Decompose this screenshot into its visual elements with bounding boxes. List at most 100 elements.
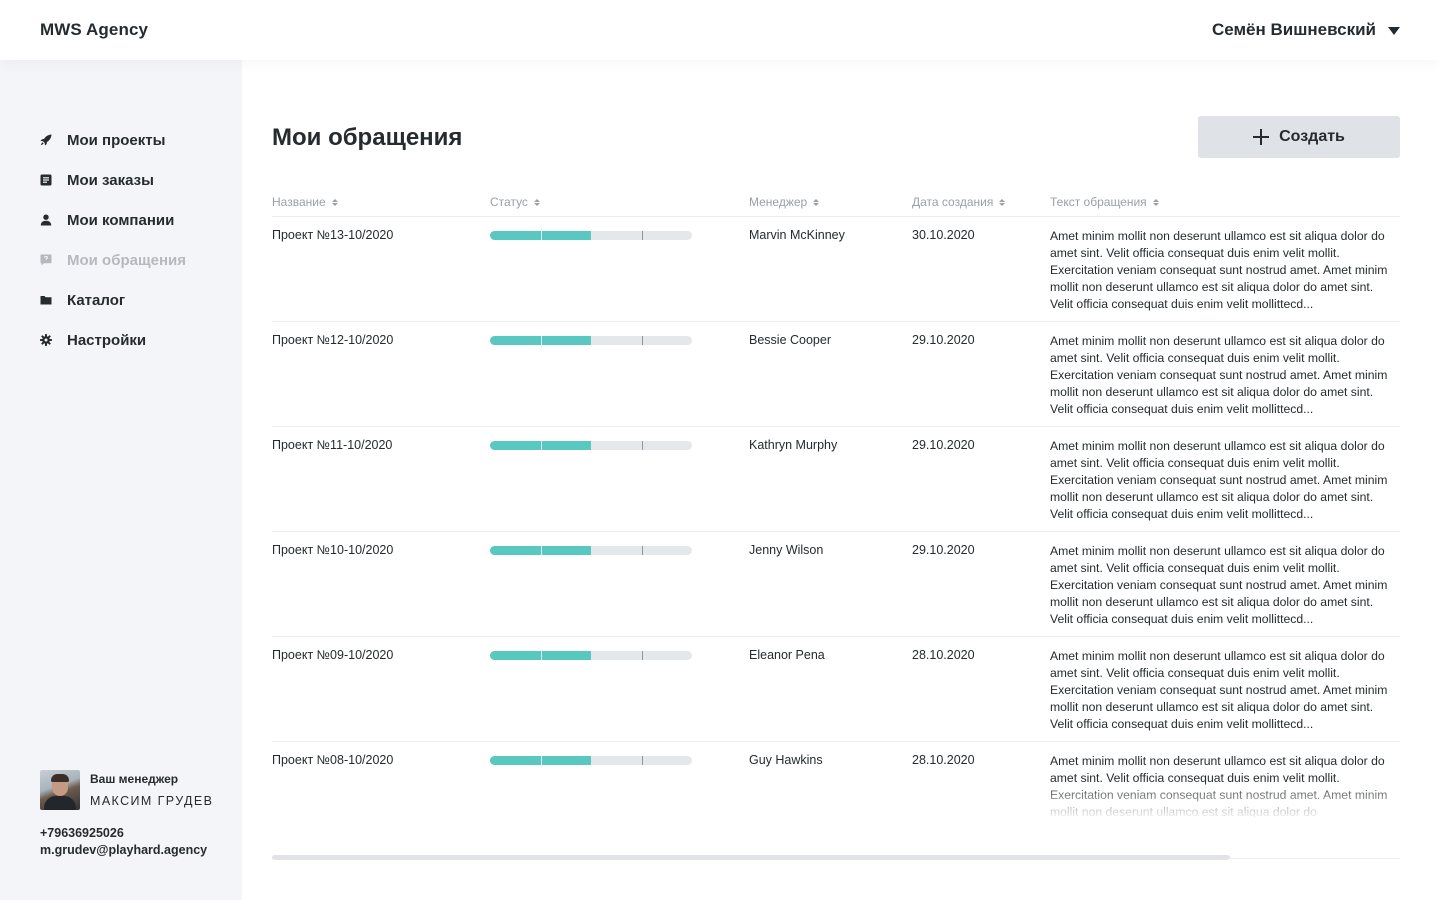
table-row[interactable]: Проект №12-10/2020 Bessie Cooper 29.10.2… [272, 322, 1400, 427]
column-header-name[interactable]: Название [272, 195, 338, 209]
sort-icon [533, 198, 540, 206]
manager-name: Максим Грудев [90, 794, 214, 808]
column-header-label: Название [272, 195, 326, 209]
manager-email[interactable]: m.grudev@playhard.agency [40, 843, 213, 857]
sidebar-item-label: Мои заказы [67, 171, 154, 189]
request-manager: Eleanor Pena [749, 648, 825, 662]
top-bar: MWS Agency Семён Вишневский [0, 0, 1440, 60]
avatar [40, 770, 80, 810]
request-date: 28.10.2020 [912, 753, 975, 767]
sidebar-item-label: Мои проекты [67, 131, 166, 149]
user-icon [40, 214, 52, 226]
sidebar-item-orders[interactable]: Мои заказы [40, 160, 186, 200]
scrollbar-thumb[interactable] [272, 855, 1230, 860]
request-date: 28.10.2020 [912, 648, 975, 662]
sidebar-item-companies[interactable]: Мои компании [40, 200, 186, 240]
horizontal-scrollbar[interactable] [272, 855, 1400, 860]
progress-stage-marker [641, 546, 643, 555]
request-name: Проект №09-10/2020 [272, 648, 394, 662]
request-manager: Marvin McKinney [749, 228, 845, 242]
request-text: Amet minim mollit non deserunt ullamco e… [1050, 334, 1388, 416]
request-manager: Jenny Wilson [749, 543, 824, 557]
progress-stage-marker [641, 756, 643, 765]
sidebar-item-label: Мои компании [67, 211, 175, 229]
brand-logo-text[interactable]: MWS Agency [40, 20, 148, 40]
request-name: Проект №11-10/2020 [272, 438, 393, 452]
create-button[interactable]: Создать [1198, 116, 1400, 158]
table-header: Название Статус Менеджер Дата создания Т… [272, 190, 1400, 217]
table-row[interactable]: Проект №11-10/2020 Kathryn Murphy 29.10.… [272, 427, 1400, 532]
request-manager: Guy Hawkins [749, 753, 823, 767]
status-progress-bar [490, 651, 692, 660]
manager-caption: Ваш менеджер [90, 772, 179, 786]
progress-segment-divider [540, 546, 542, 555]
chevron-down-icon[interactable] [1388, 26, 1400, 35]
request-manager: Bessie Cooper [749, 333, 831, 347]
request-date: 29.10.2020 [912, 543, 975, 557]
request-name: Проект №13-10/2020 [272, 228, 394, 242]
chat-question-icon [40, 254, 52, 266]
sidebar-nav: Мои проекты Мои заказы Мои компании Мои … [40, 120, 186, 360]
sidebar-item-settings[interactable]: Настройки [40, 320, 186, 360]
page-title: Мои обращения [272, 124, 463, 151]
progress-segment-divider [540, 336, 542, 345]
folder-icon [40, 294, 52, 306]
progress-stage-marker [641, 651, 643, 660]
request-name: Проект №10-10/2020 [272, 543, 394, 557]
user-name[interactable]: Семён Вишневский [1212, 20, 1376, 40]
column-header-text[interactable]: Текст обращения [1050, 195, 1159, 209]
table-row[interactable]: Проект №09-10/2020 Eleanor Pena 28.10.20… [272, 637, 1400, 742]
create-button-label: Создать [1279, 128, 1345, 145]
gear-icon [40, 334, 52, 346]
progress-segment-divider [540, 231, 542, 240]
status-progress-bar [490, 231, 692, 240]
column-header-date[interactable]: Дата создания [912, 195, 1006, 209]
request-date: 29.10.2020 [912, 438, 975, 452]
document-icon [40, 174, 52, 186]
column-header-label: Статус [490, 195, 528, 209]
status-progress-bar [490, 546, 692, 555]
request-manager: Kathryn Murphy [749, 438, 838, 452]
progress-segment-divider [540, 441, 542, 450]
sidebar-item-label: Мои обращения [67, 251, 187, 269]
progress-stage-marker [641, 336, 643, 345]
sort-icon [813, 198, 820, 206]
sort-icon [999, 198, 1006, 206]
column-header-status[interactable]: Статус [490, 195, 540, 209]
sidebar: Мои проекты Мои заказы Мои компании Мои … [0, 60, 242, 900]
table-row[interactable]: Проект №13-10/2020 Marvin McKinney 30.10… [272, 217, 1400, 322]
column-header-manager[interactable]: Менеджер [749, 195, 820, 209]
sidebar-item-catalog[interactable]: Каталог [40, 280, 186, 320]
column-header-label: Дата создания [912, 195, 994, 209]
plus-icon [1253, 129, 1270, 145]
request-name: Проект №08-10/2020 [272, 753, 394, 767]
sort-icon [331, 198, 338, 206]
request-text: Amet minim mollit non deserunt ullamco e… [1050, 544, 1388, 626]
status-progress-bar [490, 756, 692, 765]
column-header-label: Менеджер [749, 195, 808, 209]
requests-table: Название Статус Менеджер Дата создания Т… [272, 190, 1400, 818]
sort-icon [1152, 198, 1159, 206]
status-progress-bar [490, 441, 692, 450]
progress-segment-divider [540, 756, 542, 765]
progress-stage-marker [641, 441, 643, 450]
request-text: Amet minim mollit non deserunt ullamco e… [1050, 649, 1388, 731]
table-row[interactable]: Проект №08-10/2020 Guy Hawkins 28.10.202… [272, 742, 1400, 818]
progress-segment-divider [540, 651, 542, 660]
request-date: 30.10.2020 [912, 228, 975, 242]
rocket-icon [40, 134, 52, 146]
table-row[interactable]: Проект №10-10/2020 Jenny Wilson 29.10.20… [272, 532, 1400, 637]
request-text: Amet minim mollit non deserunt ullamco e… [1050, 229, 1388, 311]
manager-card: Ваш менеджер Максим Грудев +79636925026 … [40, 770, 213, 857]
sidebar-item-requests[interactable]: Мои обращения [40, 240, 186, 280]
manager-phone[interactable]: +79636925026 [40, 826, 213, 840]
user-menu[interactable]: Семён Вишневский [1212, 20, 1400, 40]
request-date: 29.10.2020 [912, 333, 975, 347]
column-header-label: Текст обращения [1050, 195, 1147, 209]
sidebar-item-label: Каталог [67, 291, 126, 309]
request-text: Amet minim mollit non deserunt ullamco e… [1050, 754, 1388, 818]
sidebar-item-projects[interactable]: Мои проекты [40, 120, 186, 160]
sidebar-item-label: Настройки [67, 331, 147, 349]
progress-stage-marker [641, 231, 643, 240]
request-name: Проект №12-10/2020 [272, 333, 394, 347]
